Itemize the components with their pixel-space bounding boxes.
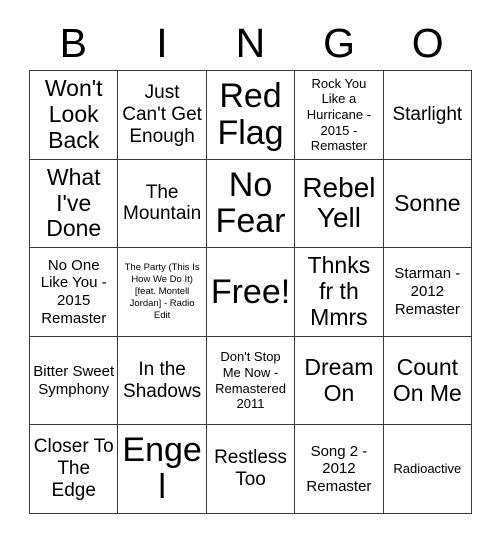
- bingo-cell[interactable]: Rock You Like a Hurricane - 2015 - Remas…: [295, 71, 384, 160]
- bingo-cell[interactable]: In the Shadows: [118, 336, 207, 426]
- bingo-row: What I've Done The Mountain No Fear Rebe…: [30, 159, 473, 249]
- bingo-column-letter-g: G: [323, 19, 356, 66]
- bingo-cell-label: Radioactive: [393, 461, 462, 477]
- bingo-cell[interactable]: Count On Me: [383, 336, 473, 426]
- bingo-cell-label: No Fear: [215, 165, 286, 241]
- bingo-header: B I N G O: [29, 16, 472, 70]
- bingo-cell[interactable]: Restless Too: [206, 425, 296, 514]
- bingo-cell[interactable]: The Party (This Is How We Do It) [feat. …: [118, 248, 207, 337]
- bingo-cell-label: What I've Done: [46, 163, 102, 242]
- bingo-cell[interactable]: Starman - 2012 Remaster: [383, 248, 473, 337]
- bingo-cell[interactable]: Don't Stop Me Now - Remastered 2011: [206, 336, 296, 426]
- bingo-cell-label: The Mountain: [123, 181, 202, 225]
- bingo-cell-label: Song 2 - 2012 Remaster: [306, 442, 372, 496]
- bingo-cell[interactable]: No One Like You - 2015 Remaster: [30, 248, 119, 337]
- bingo-cell[interactable]: The Mountain: [118, 159, 207, 249]
- bingo-cell-label: Starman - 2012 Remaster: [394, 265, 461, 318]
- bingo-row: Closer To The Edge Engel Restless Too So…: [30, 425, 473, 514]
- bingo-cell[interactable]: Starlight: [383, 71, 473, 160]
- bingo-cell[interactable]: Closer To The Edge: [30, 425, 119, 514]
- bingo-cell[interactable]: Just Can't Get Enough: [118, 71, 207, 160]
- bingo-cell-label: Thnks fr th Mmrs: [307, 252, 371, 330]
- bingo-cell-label: Count On Me: [392, 353, 462, 406]
- bingo-cell[interactable]: Won't Look Back: [30, 71, 119, 160]
- bingo-cell-label: No One Like You - 2015 Remaster: [40, 256, 107, 327]
- bingo-cell-label: Engel: [122, 431, 202, 507]
- bingo-row: Won't Look Back Just Can't Get Enough Re…: [30, 71, 473, 160]
- bingo-cell[interactable]: Dream On: [295, 336, 384, 426]
- bingo-cell[interactable]: Radioactive: [383, 425, 473, 514]
- bingo-cell[interactable]: Bitter Sweet Symphony: [30, 336, 119, 426]
- bingo-cell-label: Closer To The Edge: [33, 436, 114, 502]
- bingo-cell-label: Starlight: [392, 103, 463, 125]
- bingo-cell[interactable]: Song 2 - 2012 Remaster: [295, 425, 384, 514]
- bingo-cell-label: Rock You Like a Hurricane - 2015 - Remas…: [306, 75, 372, 154]
- bingo-row: No One Like You - 2015 Remaster The Part…: [30, 248, 473, 337]
- bingo-cell-label: Dream On: [304, 353, 374, 406]
- bingo-cell-label: In the Shadows: [123, 358, 202, 402]
- bingo-cell[interactable]: Thnks fr th Mmrs: [295, 248, 384, 337]
- bingo-cell[interactable]: What I've Done: [30, 159, 119, 249]
- bingo-column-letter-o: O: [411, 19, 444, 66]
- bingo-cell[interactable]: Rebel Yell: [295, 159, 384, 249]
- bingo-cell-label: Red Flag: [217, 77, 284, 152]
- bingo-column-letter-i: I: [156, 19, 168, 66]
- bingo-cell-label: Just Can't Get Enough: [122, 82, 202, 147]
- bingo-cell[interactable]: No Fear: [206, 159, 296, 249]
- bingo-grid: Won't Look Back Just Can't Get Enough Re…: [29, 70, 473, 514]
- bingo-cell-label: Rebel Yell: [302, 172, 376, 234]
- bingo-cell-label: Bitter Sweet Symphony: [33, 362, 115, 398]
- bingo-cell[interactable]: Sonne: [383, 159, 473, 249]
- bingo-card: B I N G O Won't Look Back Just Can't Get…: [0, 0, 500, 544]
- bingo-row: Bitter Sweet Symphony In the Shadows Don…: [30, 336, 473, 426]
- bingo-cell[interactable]: Free!: [206, 248, 296, 337]
- bingo-cell-label: Restless Too: [214, 447, 287, 491]
- bingo-cell[interactable]: Red Flag: [206, 71, 296, 160]
- bingo-cell-label: Don't Stop Me Now - Remastered 2011: [215, 349, 286, 412]
- bingo-cell-label: The Party (This Is How We Do It) [feat. …: [124, 262, 200, 321]
- bingo-column-letter-b: B: [59, 19, 87, 66]
- bingo-cell[interactable]: Engel: [118, 425, 207, 514]
- bingo-cell-label: Sonne: [394, 189, 461, 216]
- bingo-cell-label: Free!: [210, 272, 291, 311]
- bingo-column-letter-n: N: [235, 19, 266, 66]
- bingo-cell-label: Won't Look Back: [44, 75, 103, 153]
